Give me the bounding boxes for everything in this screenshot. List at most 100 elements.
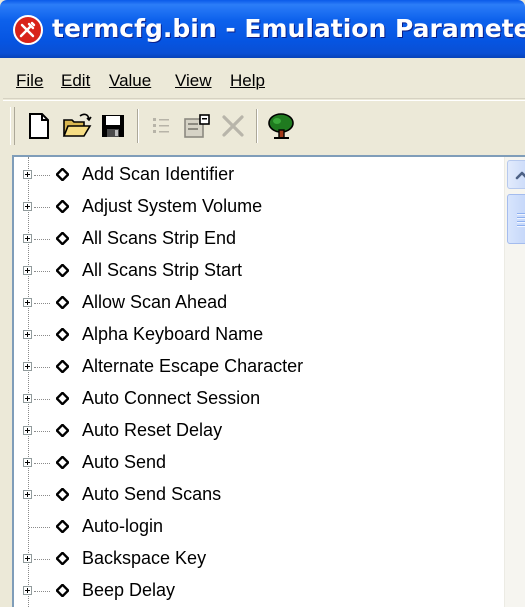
expand-plus-icon[interactable] [23,554,32,563]
open-folder-button[interactable] [59,109,95,143]
tree-branch-line [29,527,50,528]
expand-plus-icon[interactable] [23,202,32,211]
expand-plus-icon[interactable] [23,298,32,307]
tree-branch-line [34,175,50,176]
scroll-up-button[interactable] [507,160,525,189]
tree-node-label: Auto Send Scans [82,484,222,504]
tree-node[interactable]: Auto-login [14,511,484,543]
tree-node[interactable]: Alpha Keyboard Name [14,319,484,351]
tree-node-label: Auto Reset Delay [82,420,223,440]
toolbar-grip[interactable] [10,107,15,145]
diamond-icon [56,264,69,277]
expand-plus-icon[interactable] [23,362,32,371]
save-disk-icon [102,115,124,137]
menu-file[interactable]: File [16,71,43,91]
expand-plus-icon[interactable] [23,170,32,179]
tree-branch-line [34,495,50,496]
expand-plus-icon[interactable] [23,426,32,435]
tree-node-label: Alpha Keyboard Name [82,324,264,344]
menu-view[interactable]: View [175,71,212,91]
thumb-grip-line [517,213,525,215]
tree-branch-line [34,399,50,400]
tree-node[interactable]: Backspace Key [14,543,484,575]
parameter-tree-view[interactable]: Add Scan Identifier Adjust System Volume… [12,155,525,607]
menu-value[interactable]: Value [109,71,151,91]
tree-node[interactable]: Allow Scan Ahead [14,287,484,319]
tree-node[interactable]: Auto Connect Session [14,383,484,415]
tree-node[interactable]: Beep Delay [14,575,484,607]
list-icon [153,118,169,133]
diamond-icon [56,360,69,373]
tree-node-label: Auto Send [82,452,167,472]
tree-node-label: Beep Delay [82,580,176,600]
diamond-icon [56,520,69,533]
window-title: termcfg.bin - Emulation Parameters [52,14,525,43]
tree-branch-line [34,335,50,336]
tree-node-label: Allow Scan Ahead [82,292,228,312]
toolbar-separator [256,109,258,143]
diamond-icon [56,456,69,469]
tree-node[interactable]: Alternate Escape Character [14,351,484,383]
app-wrench-icon[interactable] [13,15,43,45]
toolbar-separator [137,109,139,143]
expand-plus-icon[interactable] [23,490,32,499]
delete-button[interactable] [215,109,251,143]
tree-node[interactable]: Auto Send [14,447,484,479]
list-button[interactable] [143,109,179,143]
tree-node[interactable]: Adjust System Volume [14,191,484,223]
tree-node-label: Auto-login [82,516,164,536]
diamond-icon [56,200,69,213]
expand-plus-icon[interactable] [23,458,32,467]
thumb-grip-line [517,225,525,227]
scroll-thumb[interactable] [507,194,525,244]
tree-branch-line [34,559,50,560]
vertical-scrollbar[interactable] [504,157,525,607]
diamond-icon [56,488,69,501]
properties-button[interactable] [179,109,215,143]
tree-icon [268,113,294,139]
tree-branch-line [34,367,50,368]
toolbar [3,100,525,151]
save-button[interactable] [95,109,131,143]
tree-node-label: All Scans Strip End [82,228,237,248]
expand-plus-icon[interactable] [23,234,32,243]
menu-help[interactable]: Help [230,71,265,91]
menu-edit[interactable]: Edit [61,71,90,91]
tree-branch-line [34,239,50,240]
tree-node-label: Alternate Escape Character [82,356,304,376]
tree-node[interactable]: All Scans Strip End [14,223,484,255]
expand-plus-icon[interactable] [23,330,32,339]
diamond-icon [56,552,69,565]
diamond-icon [56,232,69,245]
tree-node-label: All Scans Strip Start [82,260,243,280]
new-document-icon [29,113,49,139]
application-window: termcfg.bin - Emulation Parameters File … [0,0,525,607]
tree-button[interactable] [263,109,299,143]
delete-x-icon [222,115,244,137]
new-document-button[interactable] [21,109,57,143]
expand-plus-icon[interactable] [23,266,32,275]
properties-icon [184,114,210,138]
tree-node[interactable]: Add Scan Identifier [14,159,484,191]
expand-plus-icon[interactable] [23,394,32,403]
tree-node-label: Backspace Key [82,548,207,568]
tree-branch-line [34,207,50,208]
tree-branch-line [34,303,50,304]
thumb-grip-line [517,221,525,223]
tree-node-label: Adjust System Volume [82,196,263,216]
menu-bar: File Edit Value View Help [3,60,525,99]
diamond-icon [56,328,69,341]
tree-branch-line [34,591,50,592]
diamond-icon [56,584,69,597]
diamond-icon [56,392,69,405]
tree-node[interactable]: All Scans Strip Start [14,255,484,287]
diamond-icon [56,424,69,437]
tree-node-label: Auto Connect Session [82,388,261,408]
expand-plus-icon[interactable] [23,586,32,595]
tree-branch-line [34,463,50,464]
tree-node[interactable]: Auto Send Scans [14,479,484,511]
diamond-icon [56,296,69,309]
tree-node-label: Add Scan Identifier [82,164,235,184]
tree-node[interactable]: Auto Reset Delay [14,415,484,447]
title-bar[interactable]: termcfg.bin - Emulation Parameters [0,0,525,58]
